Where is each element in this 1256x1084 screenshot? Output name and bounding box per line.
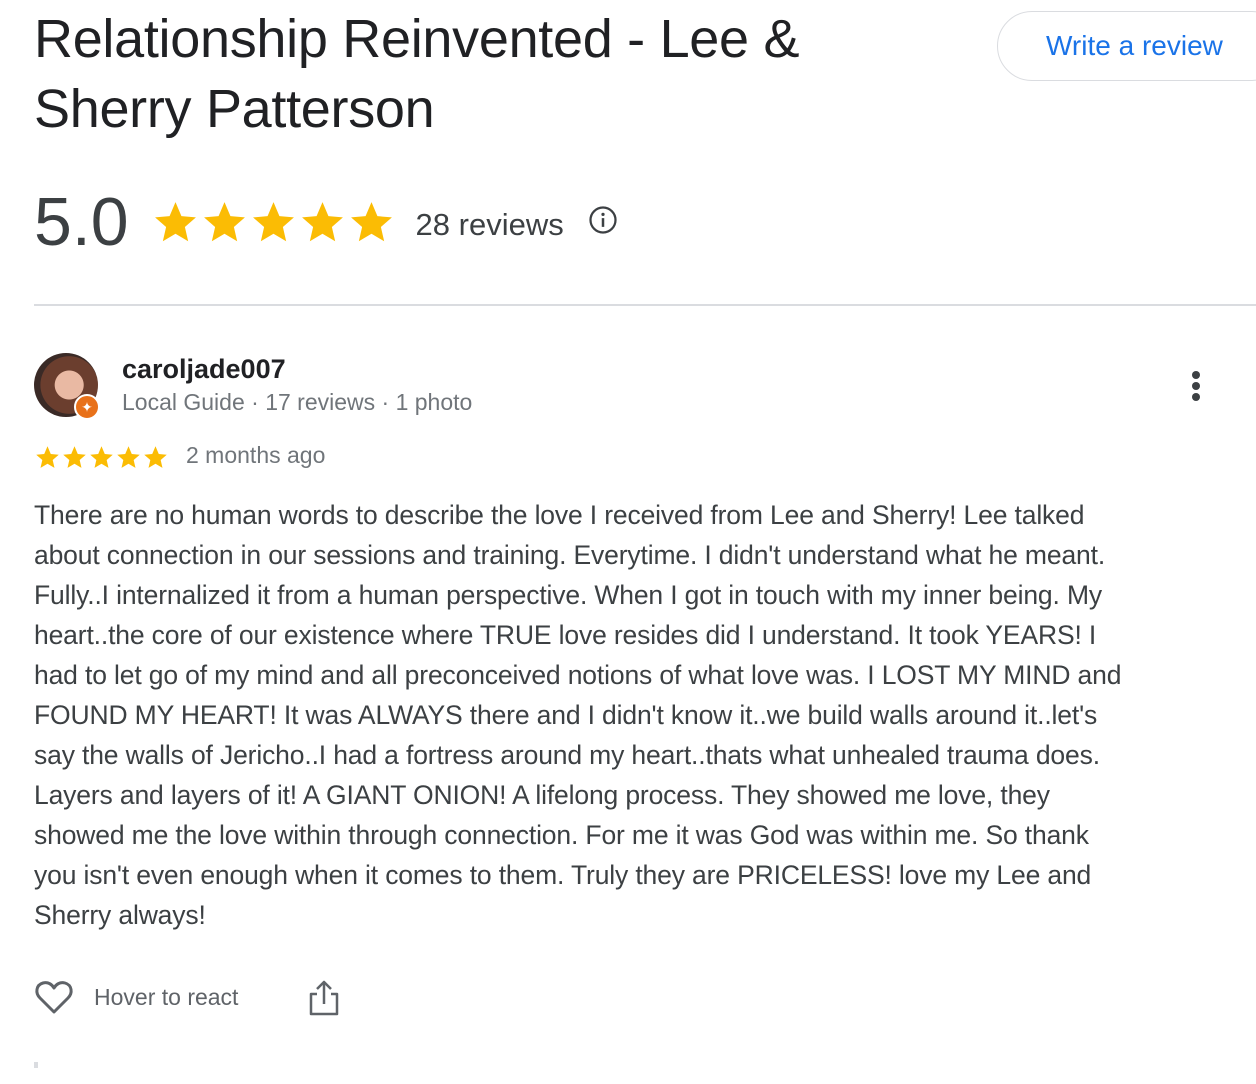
divider <box>34 304 1256 306</box>
star-icon <box>63 446 86 468</box>
star-icon <box>117 446 140 468</box>
star-icon <box>203 201 245 241</box>
write-review-button[interactable]: Write a review <box>997 11 1256 81</box>
star-icon <box>90 446 113 468</box>
review-text: There are no human words to describe the… <box>34 500 1122 930</box>
more-vert-icon[interactable] <box>1180 366 1212 406</box>
divider <box>34 1062 38 1068</box>
author-meta: Local Guide · 17 reviews · 1 photo <box>122 389 473 415</box>
star-icon <box>350 201 392 241</box>
star-icon <box>36 446 59 468</box>
review-author[interactable]: caroljade007 <box>122 354 286 385</box>
star-icon <box>154 201 196 241</box>
review-stars <box>34 444 169 471</box>
star-icon <box>144 446 167 468</box>
rating-value: 5.0 <box>34 184 129 260</box>
react-label: Hover to react <box>94 983 239 1010</box>
local-guide-badge-icon: ✦ <box>74 394 100 420</box>
react-button[interactable]: Hover to react <box>34 978 238 1016</box>
star-icon <box>301 201 343 241</box>
star-icon <box>252 201 294 241</box>
share-icon[interactable] <box>306 978 342 1018</box>
info-icon[interactable] <box>588 205 618 235</box>
heart-icon <box>35 981 73 1014</box>
rating-summary: 5.0 28 reviews <box>34 182 618 262</box>
rating-stars <box>151 198 396 247</box>
place-title: Relationship Reinvented - Lee & Sherry P… <box>34 9 800 139</box>
review-time: 2 months ago <box>186 442 326 468</box>
review-count[interactable]: 28 reviews <box>416 201 564 243</box>
